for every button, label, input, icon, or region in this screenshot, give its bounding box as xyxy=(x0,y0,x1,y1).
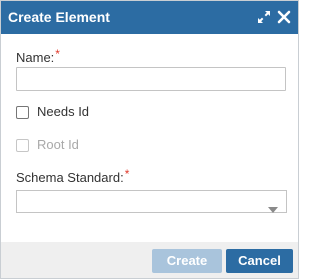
required-marker: * xyxy=(124,167,130,181)
root-id-checkbox xyxy=(16,139,29,152)
maximize-icon[interactable] xyxy=(257,10,271,24)
dialog-title: Create Element xyxy=(8,9,110,25)
dialog-titlebar: Create Element xyxy=(1,1,298,34)
close-icon[interactable] xyxy=(277,10,291,24)
name-label-text: Name: xyxy=(16,50,55,65)
dialog-footer: Create Cancel xyxy=(1,242,298,278)
schema-standard-dropdown[interactable] xyxy=(16,190,287,213)
required-marker: * xyxy=(55,47,60,61)
root-id-label: Root Id xyxy=(37,137,79,152)
schema-standard-label-text: Schema Standard: xyxy=(16,170,124,185)
needs-id-checkbox[interactable] xyxy=(16,106,29,119)
create-element-dialog: Create Element Name:* Needs Id Root Id S… xyxy=(0,0,299,279)
schema-standard-label: Schema Standard:* xyxy=(16,167,130,186)
needs-id-label[interactable]: Needs Id xyxy=(37,104,89,120)
cancel-button[interactable]: Cancel xyxy=(226,249,293,273)
create-button[interactable]: Create xyxy=(152,249,222,273)
caret-down-icon[interactable] xyxy=(268,200,278,218)
name-input[interactable] xyxy=(16,67,286,91)
name-label: Name:* xyxy=(16,47,60,66)
